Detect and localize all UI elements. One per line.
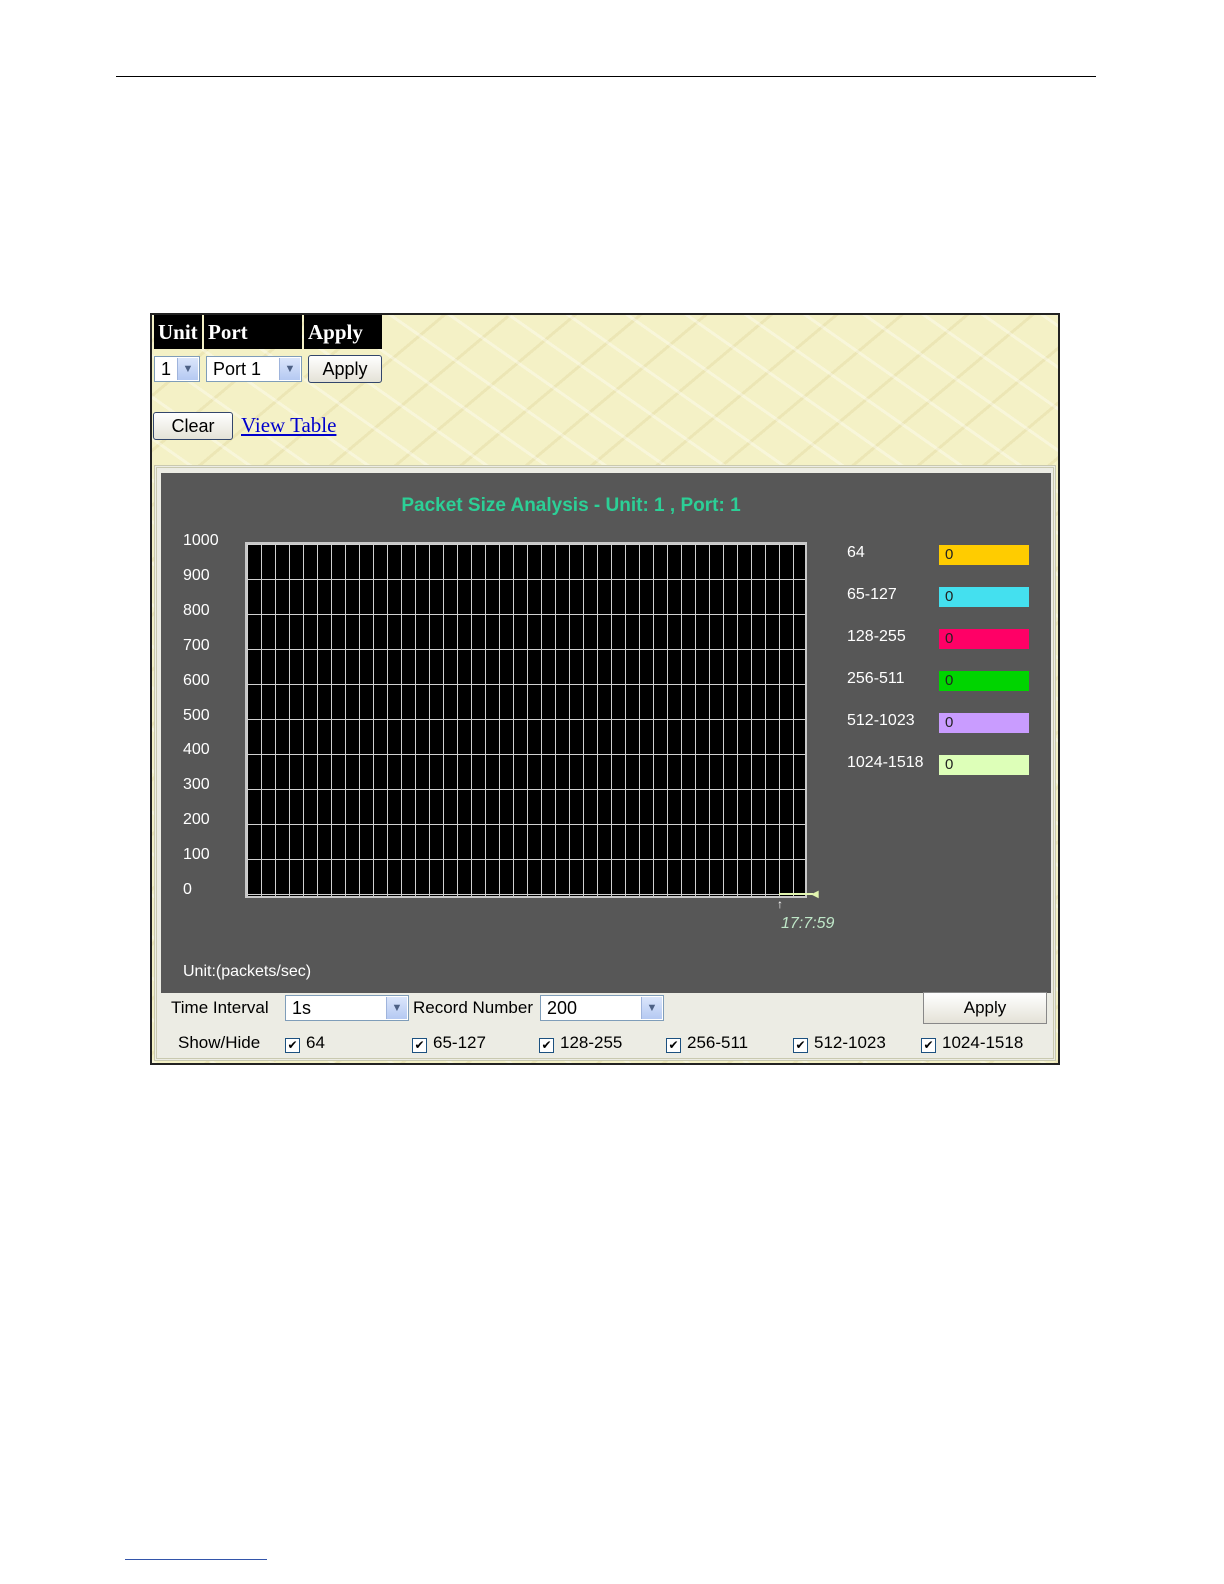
graph-area: Packet Size Analysis - Unit: 1 , Port: 1…: [161, 473, 1051, 993]
apply-settings-button[interactable]: Apply: [923, 992, 1047, 1024]
chevron-down-icon[interactable]: ▼: [279, 358, 300, 380]
graph-frame: Packet Size Analysis - Unit: 1 , Port: 1…: [154, 465, 1056, 1061]
checkbox-label: 65-127: [433, 1033, 486, 1052]
checkmark-icon[interactable]: ✔: [666, 1038, 681, 1053]
legend-label: 128-255: [847, 628, 906, 645]
unit-port-table: Unit Port Apply: [152, 315, 384, 349]
view-table-link[interactable]: View Table: [241, 413, 336, 438]
apply-unit-port-button[interactable]: Apply: [308, 355, 382, 383]
legend-value-box: 0: [939, 587, 1029, 607]
legend-label: 512-1023: [847, 712, 915, 729]
clear-button[interactable]: Clear: [153, 412, 233, 440]
time-interval-label: Time Interval: [171, 998, 269, 1017]
y-tick-label: 0: [183, 881, 192, 898]
checkmark-icon[interactable]: ✔: [793, 1038, 808, 1053]
checkmark-icon[interactable]: ✔: [412, 1038, 427, 1053]
y-tick-label: 700: [183, 636, 210, 654]
y-tick-label: 300: [183, 776, 210, 794]
unit-select-value: 1: [161, 359, 172, 379]
series-baseline: [779, 893, 813, 895]
legend-value-box: 0: [939, 755, 1029, 775]
port-select-value: Port 1: [213, 359, 262, 379]
unit-select[interactable]: 1 ▼: [154, 356, 200, 382]
y-tick-label: 200: [183, 811, 210, 829]
legend-value-box: 0: [939, 629, 1029, 649]
graph-title: Packet Size Analysis - Unit: 1 , Port: 1: [401, 495, 741, 516]
apply-header: Apply: [304, 315, 382, 349]
unit-header: Unit: [154, 315, 202, 349]
show-hide-checkbox[interactable]: ✔ 128-255: [539, 1033, 622, 1053]
baseline-end-marker: ◀: [811, 889, 819, 900]
port-select[interactable]: Port 1 ▼: [206, 356, 302, 382]
record-number-value: 200: [547, 998, 578, 1018]
show-hide-checkbox[interactable]: ✔ 64: [285, 1033, 325, 1053]
checkmark-icon[interactable]: ✔: [285, 1038, 300, 1053]
y-tick-label: 100: [183, 846, 210, 864]
legend-label: 256-511: [847, 670, 905, 687]
footer-link-rule: [125, 1559, 267, 1560]
chevron-down-icon[interactable]: ▼: [386, 997, 407, 1019]
packet-size-panel: Unit Port Apply 1 ▼ Port 1 ▼ Apply Clear…: [150, 313, 1060, 1065]
y-tick-label: 800: [183, 601, 210, 619]
page-header-rule: [116, 76, 1096, 77]
y-tick-label: 400: [183, 741, 210, 759]
plot-grid: [245, 542, 807, 898]
chevron-down-icon[interactable]: ▼: [641, 997, 662, 1019]
legend-value-box: 0: [939, 713, 1029, 733]
y-tick-label: 500: [183, 706, 210, 724]
legend-value-box: 0: [939, 671, 1029, 691]
time-interval-value: 1s: [292, 998, 312, 1018]
show-hide-checkbox[interactable]: ✔ 256-511: [666, 1033, 748, 1053]
show-hide-checkbox[interactable]: ✔ 512-1023: [793, 1033, 886, 1053]
chevron-down-icon[interactable]: ▼: [177, 358, 198, 380]
show-hide-label: Show/Hide: [178, 1033, 261, 1052]
checkbox-label: 64: [306, 1033, 325, 1052]
record-number-label: Record Number: [413, 998, 533, 1017]
y-tick-label: 900: [183, 566, 210, 584]
legend-label: 1024-1518: [847, 754, 924, 771]
y-tick-label: 600: [183, 671, 210, 689]
y-tick-label: 1000: [183, 532, 219, 549]
time-marker-icon: ↑: [777, 897, 783, 911]
record-number-select[interactable]: 200 ▼: [540, 995, 664, 1021]
port-header: Port: [204, 315, 302, 349]
legend-value-box: 0: [939, 545, 1029, 565]
legend-label: 65-127: [847, 586, 897, 603]
show-hide-checkbox[interactable]: ✔ 1024-1518: [921, 1033, 1023, 1053]
checkmark-icon[interactable]: ✔: [539, 1038, 554, 1053]
time-interval-select[interactable]: 1s ▼: [285, 995, 409, 1021]
x-tick-label: 17:7:59: [781, 915, 835, 932]
checkbox-label: 256-511: [687, 1033, 749, 1052]
checkmark-icon[interactable]: ✔: [921, 1038, 936, 1053]
checkbox-label: 512-1023: [814, 1033, 886, 1052]
checkbox-label: 1024-1518: [942, 1033, 1024, 1052]
checkbox-label: 128-255: [560, 1033, 623, 1052]
show-hide-checkbox[interactable]: ✔ 65-127: [412, 1033, 486, 1053]
unit-label: Unit:(packets/sec): [183, 963, 312, 980]
legend-label: 64: [847, 544, 865, 561]
